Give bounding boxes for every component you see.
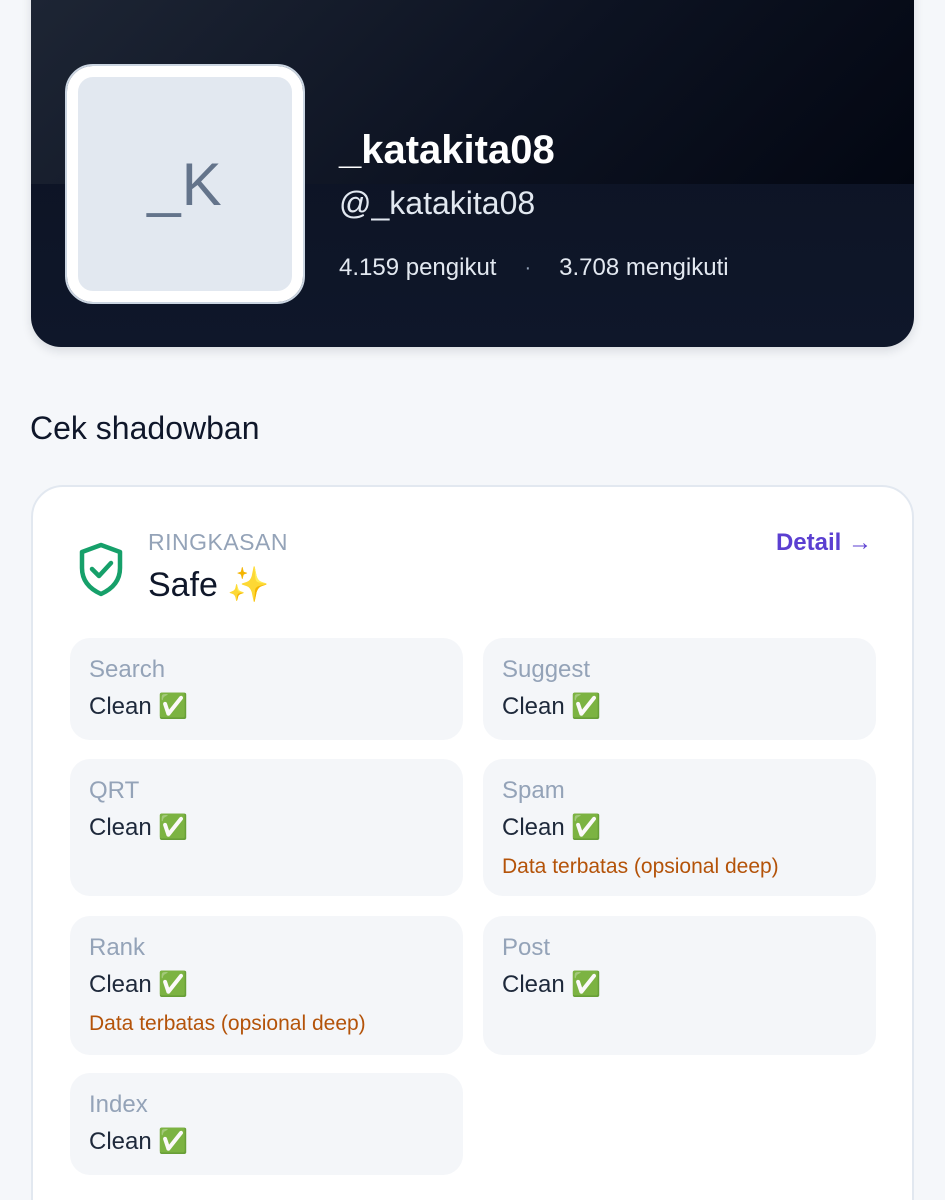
avatar[interactable]: _K (65, 64, 305, 304)
check-status: Clean ✅ (89, 693, 189, 720)
check-label: Suggest (502, 656, 591, 683)
summary-status: Safe ✨ (148, 566, 270, 604)
check-status: Clean ✅ (89, 971, 189, 998)
user-handle: @_katakita08 (339, 185, 536, 221)
check-label: QRT (89, 777, 140, 804)
check-label: Post (502, 934, 551, 961)
check-status: Clean ✅ (89, 814, 189, 841)
check-tile-rank: Rank Clean ✅ Data terbatas (opsional dee… (70, 916, 463, 1055)
check-label: Spam (502, 777, 565, 804)
check-tile-qrt: QRT Clean ✅ (70, 759, 463, 896)
followers-count[interactable]: 4.159 pengikut (339, 254, 496, 282)
summary-card: RINGKASAN Safe ✨ Detail → Search Clean ✅… (31, 485, 914, 1200)
avatar-initials: _K (147, 150, 223, 218)
check-note: Data terbatas (opsional deep) (502, 855, 779, 878)
display-name: _katakita08 (339, 128, 555, 172)
check-label: Search (89, 656, 166, 683)
check-tile-post: Post Clean ✅ (483, 916, 876, 1055)
page: _K _katakita08 @_katakita08 4.159 pengik… (0, 0, 945, 1200)
check-note: Data terbatas (opsional deep) (89, 1012, 366, 1035)
check-status: Clean ✅ (502, 693, 602, 720)
check-label: Index (89, 1091, 148, 1118)
check-tile-suggest: Suggest Clean ✅ (483, 638, 876, 740)
check-tile-index: Index Clean ✅ (70, 1073, 463, 1175)
check-status: Clean ✅ (502, 814, 602, 841)
detail-link[interactable]: Detail → (776, 529, 872, 557)
check-status: Clean ✅ (89, 1128, 189, 1155)
section-title: Cek shadowban (30, 410, 260, 446)
check-status: Clean ✅ (502, 971, 602, 998)
check-tile-search: Search Clean ✅ (70, 638, 463, 740)
shield-check-icon (79, 542, 123, 597)
check-tile-spam: Spam Clean ✅ Data terbatas (opsional dee… (483, 759, 876, 896)
profile-card: _K _katakita08 @_katakita08 4.159 pengik… (31, 0, 914, 347)
follow-stats: 4.159 pengikut · 3.708 mengikuti (339, 254, 729, 282)
check-label: Rank (89, 934, 146, 961)
stats-separator: · (524, 256, 532, 279)
summary-label: RINGKASAN (148, 529, 288, 555)
following-count[interactable]: 3.708 mengikuti (559, 254, 728, 282)
